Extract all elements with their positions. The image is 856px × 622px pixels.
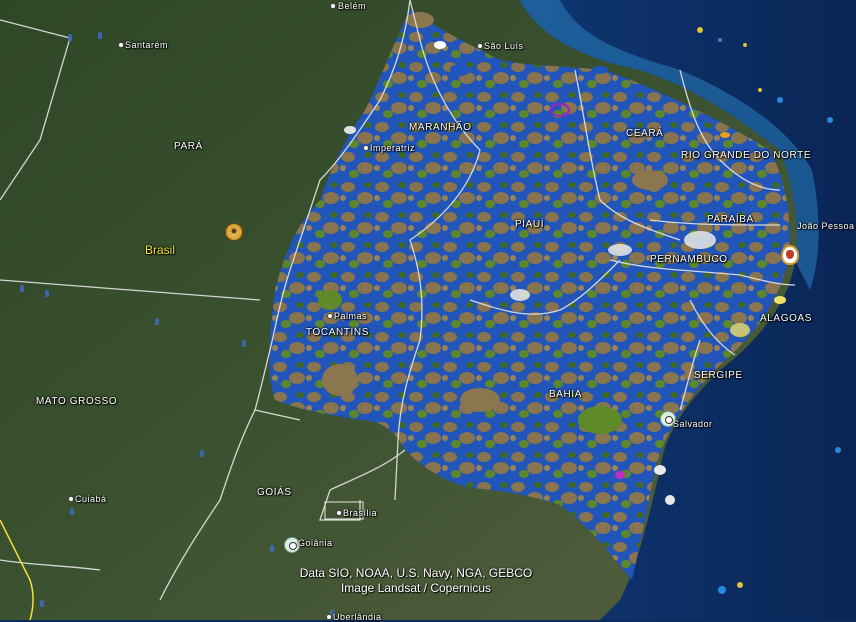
map-pin[interactable]: [270, 545, 274, 552]
state-label-rio-grande-do-norte: RIO GRANDE DO NORTE: [681, 150, 812, 161]
city-marker-santarem[interactable]: [118, 42, 124, 48]
map-pin[interactable]: [20, 285, 24, 292]
city-label-joao-pessoa: João Pessoa: [797, 221, 855, 231]
city-label-sao-luis: São Luís: [484, 41, 524, 51]
capital-marker-joao-pessoa[interactable]: [781, 245, 799, 265]
state-label-ceara: CEARÁ: [626, 128, 664, 139]
city-label-salvador: Salvador: [673, 419, 713, 429]
city-label-brasilia: Brasília: [343, 508, 378, 518]
state-label-para: PARÁ: [174, 141, 203, 152]
country-marker-icon[interactable]: ✷: [225, 223, 243, 241]
state-label-alagoas: ALAGOAS: [760, 313, 812, 324]
state-label-pernambuco: PERNAMBUCO: [650, 254, 728, 265]
map-pin[interactable]: [242, 340, 246, 347]
city-label-belem: Belém: [338, 1, 367, 11]
map-attribution: Data SIO, NOAA, U.S. Navy, NGA, GEBCO Im…: [290, 566, 542, 596]
city-marker-belem[interactable]: [330, 3, 336, 9]
map-pin[interactable]: [155, 318, 159, 325]
city-marker-brasilia[interactable]: [336, 510, 342, 516]
state-label-maranhao: MARANHÃO: [409, 122, 472, 133]
city-label-cuiaba: Cuiabá: [75, 494, 107, 504]
city-label-imperatriz: Imperatriz: [370, 143, 416, 153]
map-pin[interactable]: [200, 450, 204, 457]
state-label-sergipe: SERGIPE: [694, 370, 743, 381]
attribution-line-1: Data SIO, NOAA, U.S. Navy, NGA, GEBCO: [299, 566, 533, 580]
city-marker-imperatriz[interactable]: [363, 145, 369, 151]
map-pin[interactable]: [40, 600, 44, 607]
state-label-piaui: PIAUÍ: [515, 219, 545, 230]
city-marker-sao-luis[interactable]: [477, 43, 483, 49]
city-label-uberlandia: Uberlândia: [333, 612, 382, 622]
state-label-bahia: BAHIA: [549, 389, 583, 400]
state-label-mato-grosso: MATO GROSSO: [36, 396, 118, 407]
attribution-line-2: Image Landsat / Copernicus: [340, 581, 492, 595]
map-pin[interactable]: [70, 508, 74, 515]
city-marker-uberlandia[interactable]: [326, 614, 332, 620]
state-label-tocantins: TOCANTINS: [306, 327, 369, 338]
state-label-goias: GOIÁS: [257, 487, 292, 498]
map-pin[interactable]: [68, 34, 72, 41]
city-marker-palmas[interactable]: [327, 313, 333, 319]
city-label-santarem: Santarém: [125, 40, 169, 50]
city-label-palmas: Palmas: [334, 311, 368, 321]
city-marker-cuiaba[interactable]: [68, 496, 74, 502]
country-label: Brasil: [145, 243, 176, 257]
city-label-goiania: Goiânia: [298, 538, 333, 548]
satellite-map[interactable]: [0, 0, 856, 620]
map-pin[interactable]: [45, 290, 49, 297]
state-label-paraiba: PARAÍBA: [707, 214, 754, 225]
map-pin[interactable]: [98, 32, 102, 39]
